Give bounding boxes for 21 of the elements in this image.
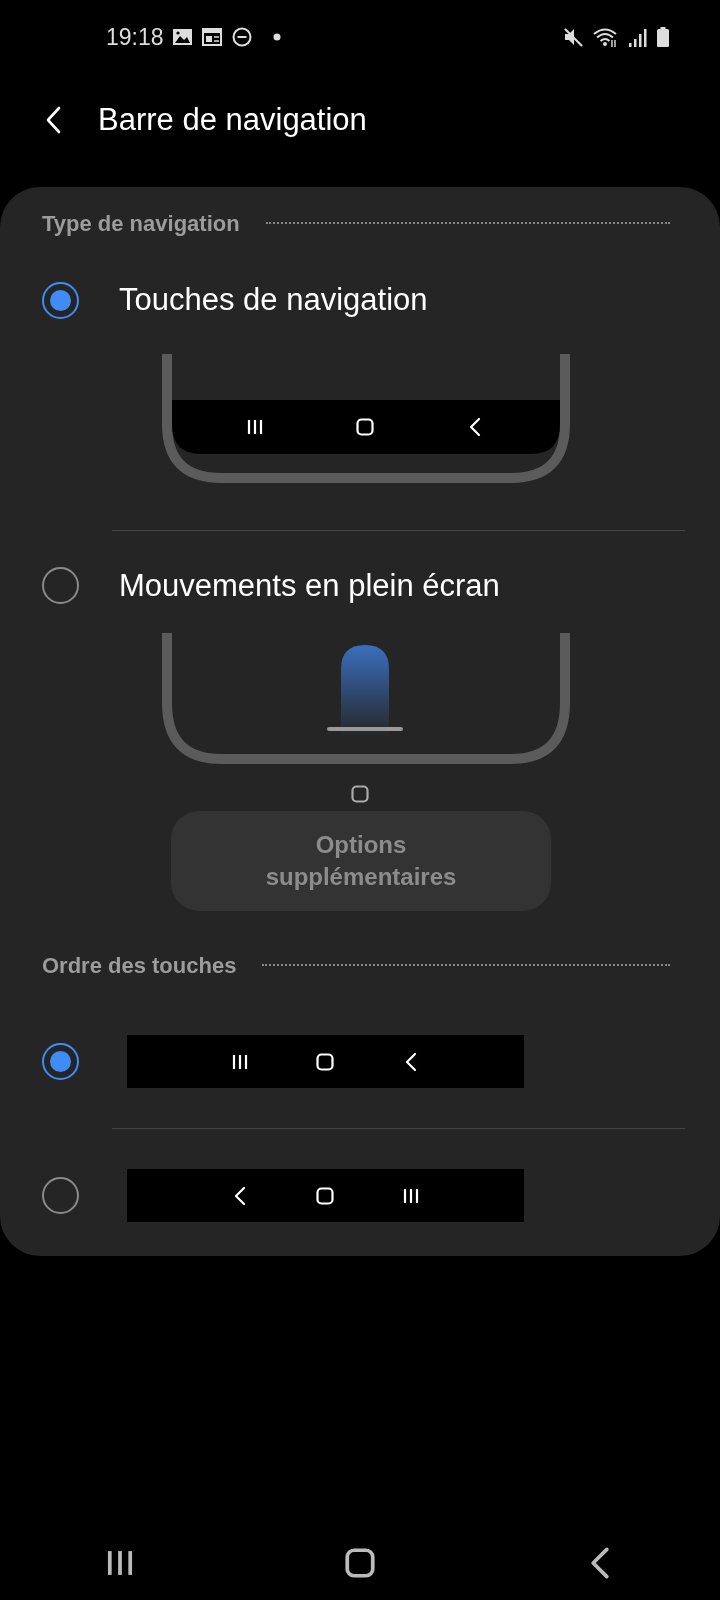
home-icon xyxy=(350,783,370,804)
option-label: Touches de navigation xyxy=(119,281,428,319)
radio-button[interactable] xyxy=(42,567,79,605)
home-button[interactable] xyxy=(343,1545,377,1580)
radio-button[interactable] xyxy=(42,1043,79,1080)
radio-button[interactable] xyxy=(42,1177,79,1214)
mute-icon xyxy=(562,26,584,48)
home-icon xyxy=(315,1185,336,1206)
section-header: Type de navigation xyxy=(42,209,240,238)
battery-icon xyxy=(656,26,670,48)
home-icon xyxy=(315,1051,336,1072)
section-header: Ordre des touches xyxy=(42,951,237,980)
clock-text: 19:18 xyxy=(106,26,164,49)
radio-button[interactable] xyxy=(42,281,79,319)
do-not-disturb-icon xyxy=(230,26,253,48)
calendar-icon xyxy=(200,27,223,47)
page-title: Barre de navigation xyxy=(98,101,367,139)
option-label: Mouvements en plein écran xyxy=(119,566,500,605)
signal-icon xyxy=(628,26,648,48)
home-icon xyxy=(343,1545,377,1580)
image-icon xyxy=(171,27,193,47)
